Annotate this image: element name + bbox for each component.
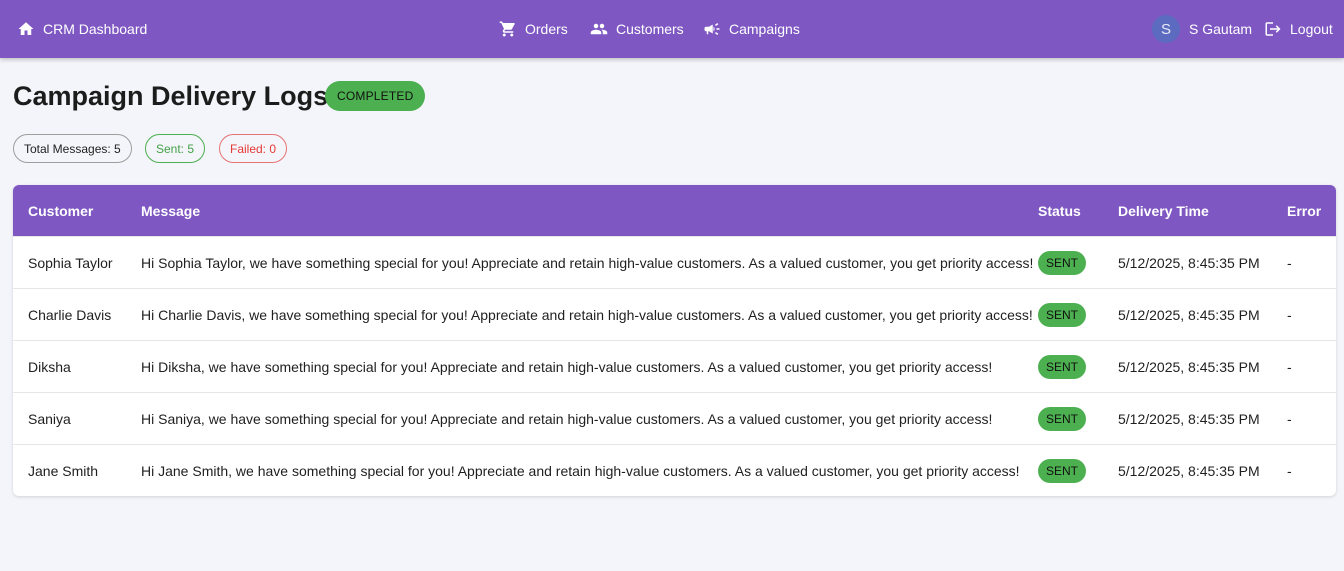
error-cell: - [1287,411,1292,427]
nav-orders[interactable]: Orders [499,0,568,58]
nav-campaigns-label: Campaigns [729,21,800,37]
people-icon [590,23,608,35]
message-cell: Hi Saniya, we have something special for… [141,411,993,427]
delivery-time-cell: 5/12/2025, 8:45:35 PM [1118,359,1260,375]
total-messages-chip: Total Messages: 5 [13,134,132,163]
nav-customers-label: Customers [616,21,684,37]
nav-campaigns[interactable]: Campaigns [703,0,800,58]
user-name: S Gautam [1189,21,1253,37]
avatar: S [1152,15,1180,43]
status-cell: SENT [1038,289,1087,341]
status-badge: SENT [1038,459,1087,483]
status-cell: SENT [1038,341,1087,393]
column-header-message: Message [141,202,201,219]
message-cell: Hi Jane Smith, we have something special… [141,463,1020,479]
customer-cell: Saniya [28,411,71,427]
cart-icon [499,21,515,37]
message-cell: Hi Sophia Taylor, we have something spec… [141,255,1034,271]
column-header-customer: Customer [28,202,94,219]
table-row: Jane Smith Hi Jane Smith, we have someth… [13,444,1336,496]
nav-customers[interactable]: Customers [590,0,684,58]
top-app-bar: CRM Dashboard Orders Customers Campaigns… [0,0,1344,58]
brand-link[interactable]: CRM Dashboard [17,0,147,58]
delivery-time-cell: 5/12/2025, 8:45:35 PM [1118,307,1260,323]
column-header-delivery-time: Delivery Time [1118,202,1209,219]
sent-count-chip: Sent: 5 [145,134,206,163]
table-row: Charlie Davis Hi Charlie Davis, we have … [13,288,1336,340]
logout-label: Logout [1290,21,1333,37]
failed-count-chip: Failed: 0 [219,134,288,163]
error-cell: - [1287,307,1292,323]
megaphone-icon [704,23,720,35]
column-header-status: Status [1038,202,1081,219]
message-cell: Hi Diksha, we have something special for… [141,359,993,375]
table-row: Sophia Taylor Hi Sophia Taylor, we have … [13,236,1336,288]
status-badge: SENT [1038,251,1087,275]
customer-cell: Charlie Davis [28,307,112,323]
customer-cell: Diksha [28,359,71,375]
table-row: Saniya Hi Saniya, we have something spec… [13,392,1336,444]
status-cell: SENT [1038,445,1087,496]
delivery-logs-table: Customer Message Status Delivery Time Er… [13,185,1336,496]
error-cell: - [1287,255,1292,271]
user-menu[interactable]: S S Gautam [1152,0,1252,58]
delivery-time-cell: 5/12/2025, 8:45:35 PM [1118,255,1260,271]
message-cell: Hi Charlie Davis, we have something spec… [141,307,1033,323]
logout-icon [1265,22,1281,36]
logout-button[interactable]: Logout [1264,0,1333,58]
home-icon [18,22,34,35]
error-cell: - [1287,463,1292,479]
customer-cell: Jane Smith [28,463,99,479]
table-row: Diksha Hi Diksha, we have something spec… [13,340,1336,392]
customer-cell: Sophia Taylor [28,255,113,271]
error-cell: - [1287,359,1292,375]
status-badge: SENT [1038,355,1087,379]
nav-orders-label: Orders [525,21,568,37]
campaign-status-badge: COMPLETED [325,81,426,111]
status-cell: SENT [1038,237,1087,289]
brand-label: CRM Dashboard [43,21,148,37]
status-badge: SENT [1038,303,1087,327]
table-header: Customer Message Status Delivery Time Er… [13,185,1336,236]
page-title: Campaign Delivery Logs [13,81,329,111]
status-badge: SENT [1038,407,1087,431]
status-cell: SENT [1038,393,1087,445]
delivery-time-cell: 5/12/2025, 8:45:35 PM [1118,463,1260,479]
column-header-error: Error [1287,202,1322,219]
delivery-time-cell: 5/12/2025, 8:45:35 PM [1118,411,1260,427]
